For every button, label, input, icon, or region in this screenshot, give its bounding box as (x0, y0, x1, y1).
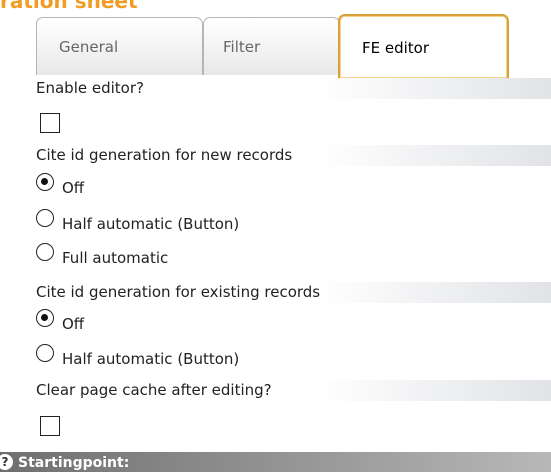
cite-new-option-full[interactable]: Full automatic (31, 240, 551, 268)
tab-general[interactable]: General (36, 17, 203, 75)
radio-button[interactable] (36, 173, 54, 191)
radio-button[interactable] (36, 309, 54, 327)
startingpoint-section-header[interactable]: ? Startingpoint: (0, 452, 551, 472)
cite-existing-label: Cite id generation for existing records (31, 282, 551, 303)
cite-existing-option-off[interactable]: Off (31, 306, 551, 334)
radio-label: Full automatic (62, 249, 169, 267)
tab-filter[interactable]: Filter (203, 17, 340, 75)
page-title: ration sheet (0, 0, 138, 13)
startingpoint-label: Startingpoint: (18, 455, 130, 471)
clear-cache-checkbox[interactable] (40, 416, 60, 436)
enable-editor-row (31, 107, 551, 137)
radio-button[interactable] (36, 209, 54, 227)
clear-cache-row (31, 409, 551, 439)
enable-editor-label: Enable editor? (31, 78, 551, 99)
cite-new-option-half[interactable]: Half automatic (Button) (31, 206, 551, 234)
radio-button[interactable] (36, 243, 54, 261)
radio-button[interactable] (36, 344, 54, 362)
radio-label: Half automatic (Button) (62, 215, 240, 233)
cite-new-option-off[interactable]: Off (31, 170, 551, 198)
enable-editor-checkbox[interactable] (40, 113, 60, 133)
cite-new-label: Cite id generation for new records (31, 145, 551, 166)
cite-existing-option-half[interactable]: Half automatic (Button) (31, 341, 551, 369)
clear-cache-label: Clear page cache after editing? (31, 380, 551, 401)
radio-label: Off (62, 179, 85, 197)
tab-fe-editor[interactable]: FE editor (338, 14, 509, 78)
radio-label: Half automatic (Button) (62, 350, 240, 368)
help-icon[interactable]: ? (0, 454, 13, 470)
radio-label: Off (62, 315, 85, 333)
